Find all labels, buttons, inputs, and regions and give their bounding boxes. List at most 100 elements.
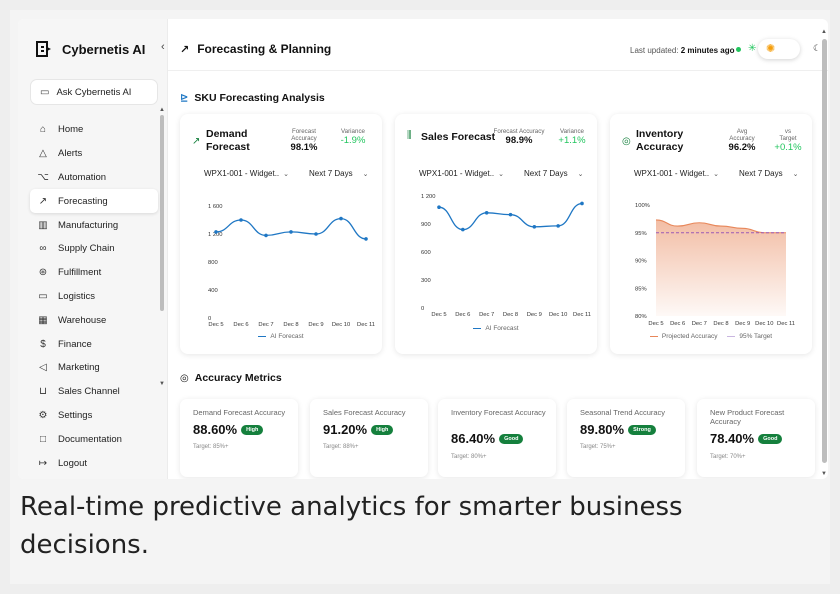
metric-card-value: 88.60% [193, 422, 238, 437]
area-fill [656, 219, 786, 316]
range-select[interactable]: Next 7 Days ⌄ [739, 169, 798, 178]
sidebar-item-logout[interactable]: ↦ Logout [30, 451, 158, 475]
y-tick-label: 1 600 [208, 204, 223, 210]
sidebar-item-label: Documentation [58, 433, 122, 445]
sidebar-scrollbar[interactable] [160, 115, 164, 311]
top-bar: ↗ Forecasting & Planning Last updated: 2… [168, 19, 828, 71]
gear-icon: ⚙ [38, 409, 48, 421]
main-scroll-up-icon[interactable]: ▲ [821, 29, 827, 35]
data-point [532, 225, 537, 229]
chart-legend: AI Forecast [180, 333, 382, 340]
chart-legend: AI Forecast [395, 325, 597, 332]
metric-card: Inventory Forecast Accuracy 86.40% Good Tar… [438, 399, 556, 477]
sidebar-item-home[interactable]: ⌂ Home [30, 118, 158, 142]
brand[interactable]: Cybernetis AI [36, 41, 145, 57]
chevron-down-icon: ⌄ [713, 171, 720, 178]
sidebar-item-fulfillment[interactable]: ⊛ Fulfillment [30, 261, 158, 285]
page-title-text: Forecasting & Planning [197, 42, 332, 56]
light-mode-icon: ✺ [766, 43, 776, 55]
sidebar-item-alerts[interactable]: △ Alerts [30, 142, 158, 166]
metric-card: Sales Forecast Accuracy 91.20% High Target:… [310, 399, 428, 477]
chart-icon: ⊵ [180, 92, 189, 104]
accuracy-section-title: ◎ Accuracy Metrics [180, 372, 282, 384]
ask-ai-label: Ask Cybernetis AI [56, 86, 132, 98]
y-tick-label: 0 [421, 306, 424, 312]
sidebar-scroll-up-icon[interactable]: ▲ [159, 107, 165, 113]
sidebar-item-settings[interactable]: ⚙ Settings [30, 404, 158, 428]
sidebar-item-forecasting[interactable]: ↗ Forecasting [30, 189, 158, 214]
x-tick-label: Dec 10 [549, 312, 567, 318]
metric-card-label: Demand Forecast Accuracy [193, 408, 286, 417]
main-scroll-down-icon[interactable]: ▼ [821, 471, 827, 477]
data-point [239, 218, 243, 222]
warehouse-icon: ▦ [38, 314, 48, 326]
legend-label: AI Forecast [485, 325, 519, 332]
card-title-line1: Demand [206, 128, 248, 140]
sidebar-item-marketing[interactable]: ◁ Marketing [30, 356, 158, 380]
screenshot-frame: Cybernetis AI ‹ ▭ Ask Cybernetis AI ▲ ▼ … [10, 10, 830, 584]
metric-card-target: Target: 70%+ [710, 454, 746, 460]
sales-forecast-card: ⫼ Sales Forecast Forecast Accuracy 98.9%… [395, 114, 597, 354]
card-title-line1: Sales Forecast [421, 131, 496, 143]
metric-card-value: 78.40% [710, 431, 755, 446]
sku-select[interactable]: WPX1-001 - Widget.. ⌄ [634, 169, 719, 178]
range-select[interactable]: Next 7 Days ⌄ [524, 169, 583, 178]
card-title-line2: Accuracy [636, 141, 684, 153]
x-tick-label: Dec 8 [283, 322, 298, 328]
sku-select[interactable]: WPX1-001 - Widget.. ⌄ [419, 169, 504, 178]
sku-select-value: WPX1-001 - Widget.. [634, 169, 710, 178]
x-tick-label: Dec 6 [670, 321, 685, 327]
sidebar-item-label: Logistics [58, 290, 95, 302]
sidebar-item-documentation[interactable]: □ Documentation [30, 427, 158, 451]
sidebar-item-logistics[interactable]: ▭ Logistics [30, 285, 158, 309]
x-tick-label: Dec 10 [755, 321, 773, 327]
moon-icon[interactable]: ☾ [813, 43, 821, 54]
sidebar-scroll-down-icon[interactable]: ▼ [159, 381, 165, 387]
y-tick-label: 100% [635, 203, 650, 209]
sidebar-item-manufacturing[interactable]: ▥ Manufacturing [30, 213, 158, 237]
x-tick-label: Dec 6 [233, 322, 248, 328]
x-tick-label: Dec 8 [503, 312, 518, 318]
cart-icon: ⊔ [39, 386, 47, 398]
caption: Real-time predictive analytics for smart… [20, 492, 683, 560]
theme-toggle[interactable]: ✺ [758, 39, 800, 59]
ask-ai-button[interactable]: ▭ Ask Cybernetis AI [30, 79, 158, 105]
x-tick-label: Dec 11 [357, 322, 375, 328]
megaphone-icon: ◁ [39, 362, 47, 374]
legend-swatch [649, 335, 658, 338]
demand-forecast-card: ↗ Demand Forecast Forecast Accuracy 98.1… [180, 114, 382, 354]
card-title: Inventory Accuracy [636, 128, 683, 154]
metric-card-value: 89.80% [580, 422, 625, 437]
factory-icon: ▥ [38, 219, 48, 231]
metric-card: New Product Forecast Accuracy 78.40% Good T… [697, 399, 815, 477]
variance-metric: Variance +1.1% [553, 128, 591, 146]
metric-card-target: Target: 85%+ [193, 444, 229, 450]
sidebar-item-sales-channel[interactable]: ⊔ Sales Channel [30, 380, 158, 404]
variance-metric: Variance -1.9% [332, 128, 374, 145]
sidebar-item-label: Marketing [58, 362, 100, 374]
range-select[interactable]: Next 7 Days ⌄ [309, 169, 368, 178]
inventory-accuracy-card: ◎ Inventory Accuracy Avg Accuracy 96.2% … [610, 114, 812, 354]
data-point [437, 205, 441, 209]
sidebar: Cybernetis AI ‹ ▭ Ask Cybernetis AI ▲ ▼ … [18, 19, 168, 479]
metric-card-value: 86.40% [451, 431, 496, 446]
metric-card: Demand Forecast Accuracy 88.60% High Target… [180, 399, 298, 477]
target-icon: ◎ [180, 372, 189, 384]
data-point [314, 232, 318, 236]
sidebar-item-label: Logout [58, 457, 88, 469]
sidebar-item-supply-chain[interactable]: ∞ Supply Chain [30, 237, 158, 261]
card-filters: WPX1-001 - Widget.. ⌄ Next 7 Days ⌄ [204, 169, 368, 178]
collapse-sidebar-icon[interactable]: ‹ [161, 41, 165, 53]
sidebar-item-automation[interactable]: ⌥ Automation [30, 166, 158, 190]
main-scrollbar[interactable] [822, 39, 827, 463]
sku-select[interactable]: WPX1-001 - Widget.. ⌄ [204, 169, 289, 178]
metric-value: +1.1% [558, 135, 586, 146]
metric-card-target: Target: 75%+ [580, 444, 616, 450]
x-tick-label: Dec 5 [431, 312, 446, 318]
metric-card-value: 91.20% [323, 422, 368, 437]
sidebar-nav: ⌂ Home △ Alerts ⌥ Automation ↗ Forecasting ▥ Manu… [30, 118, 158, 475]
chat-icon: ▭ [40, 86, 50, 98]
sidebar-item-warehouse[interactable]: ▦ Warehouse [30, 308, 158, 332]
sidebar-item-finance[interactable]: $ Finance [30, 332, 158, 356]
x-tick-label: Dec 9 [735, 321, 750, 327]
